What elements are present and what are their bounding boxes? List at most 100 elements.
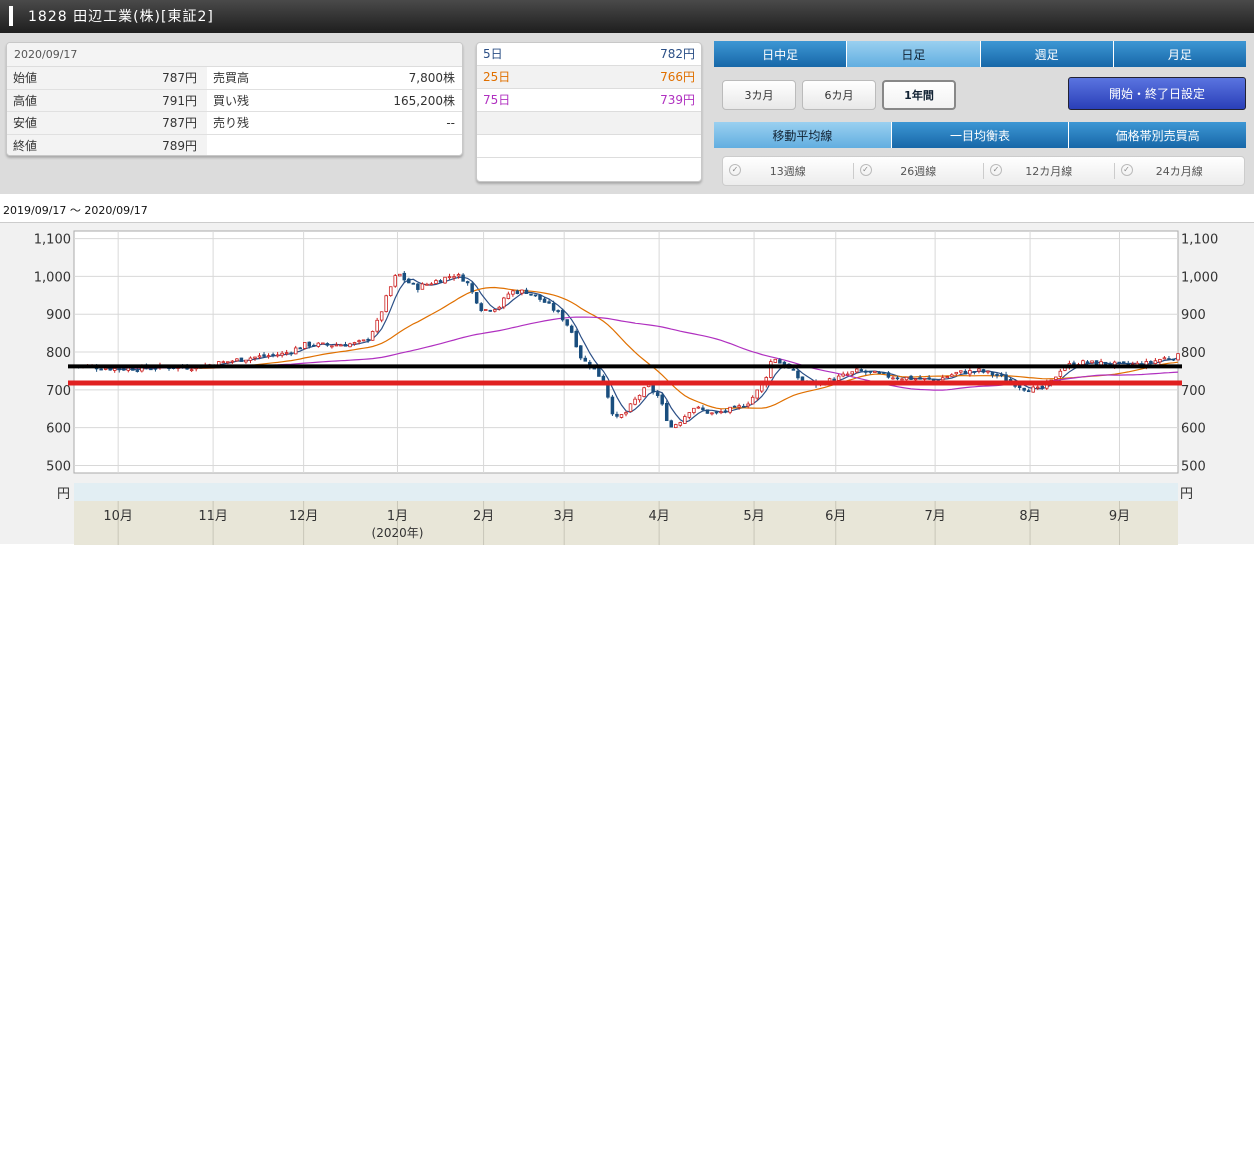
month-label: 4月 (648, 509, 669, 524)
candle-body (474, 292, 479, 304)
ma-checkbox[interactable]: ✓ 13週線 (723, 163, 854, 179)
tab-chart-type[interactable]: 日中足 (714, 41, 848, 67)
unit-strip (74, 483, 1178, 501)
candle-body (407, 278, 411, 284)
candle-body (330, 345, 334, 348)
volume-label: 買い残 (213, 93, 250, 108)
tab-indicator[interactable]: 移動平均線 (714, 122, 892, 148)
candle-body (388, 286, 393, 296)
candle-body (325, 343, 330, 346)
candle-body (868, 370, 873, 373)
volume-label: 売り残 (213, 116, 250, 130)
ma-value: 739円 (660, 93, 695, 107)
candle-body (493, 309, 497, 312)
candle-body (411, 282, 416, 285)
candle-body (660, 394, 664, 405)
candle-body (904, 376, 909, 381)
date-range-button[interactable]: 開始・終了日設定 (1068, 77, 1246, 110)
tab-chart-type[interactable]: 月足 (1113, 41, 1246, 67)
y-tick-label-right: 1,000 (1181, 270, 1218, 285)
candle-body (927, 377, 931, 380)
tab-chart-type[interactable]: 週足 (980, 41, 1114, 67)
candle-body (420, 283, 425, 290)
price-value: 789円 (162, 138, 197, 153)
candle-body (900, 378, 904, 381)
candle-body (560, 309, 565, 321)
candle-body (235, 358, 239, 362)
price-value: 787円 (162, 116, 197, 130)
candle-body (361, 339, 366, 342)
candle-body (995, 373, 999, 376)
tab-chart-type[interactable]: 日足 (847, 41, 981, 67)
y-tick-label-right: 600 (1181, 422, 1206, 437)
candle-body (750, 396, 755, 405)
candle-body (312, 344, 316, 347)
tab-indicator[interactable]: 一目均衡表 (891, 122, 1070, 148)
title-bar: 1828 田辺工業(株)[東証2] (0, 0, 1254, 33)
candle-body (226, 361, 230, 364)
candle-body (891, 377, 895, 380)
period-button[interactable]: 6カ月 (802, 80, 876, 110)
candle-body (918, 377, 922, 380)
ma-checkbox[interactable]: ✓ 26週線 (854, 163, 984, 179)
candle-body (379, 311, 384, 321)
month-label: 6月 (825, 509, 846, 524)
candle-body (275, 354, 280, 357)
check-icon: ✓ (729, 164, 741, 176)
candle-body (316, 342, 321, 347)
candle-body (674, 424, 678, 429)
candle-body (1022, 387, 1026, 391)
y-tick-label-left: 700 (46, 384, 71, 399)
y-tick-label-left: 1,000 (34, 270, 71, 285)
candle-body (701, 407, 705, 411)
ma-checkbox[interactable]: ✓ 24カ月線 (1115, 163, 1245, 179)
price-date: 2020/09/17 (7, 43, 462, 67)
candle-body (1167, 358, 1171, 360)
ma-checkbox[interactable]: ✓ 12カ月線 (984, 163, 1115, 179)
candle-body (945, 376, 949, 379)
ma-label: 75日 (483, 93, 511, 107)
candle-body (456, 274, 461, 277)
month-label: 8月 (1019, 509, 1040, 524)
candle-body (669, 420, 673, 428)
candle-body (289, 352, 293, 355)
ma-row: 75日 739円 (477, 89, 701, 112)
tab-indicator[interactable]: 価格帯別売買高 (1069, 122, 1247, 148)
candle-body (1176, 353, 1180, 361)
candle-body (393, 275, 397, 287)
candle-body (1081, 360, 1085, 365)
candle-body (452, 276, 456, 279)
price-value: 787円 (162, 71, 197, 85)
candle-body (429, 283, 434, 286)
period-button[interactable]: 1年間 (882, 80, 956, 110)
candle-body (1026, 390, 1031, 393)
candle-body (637, 394, 642, 401)
candle-body (1117, 361, 1121, 364)
candle-body (1149, 360, 1153, 364)
month-label: 7月 (924, 509, 945, 524)
candle-body (1058, 370, 1063, 377)
y-tick-label-right: 700 (1181, 384, 1206, 399)
candle-body (986, 370, 990, 373)
period-button[interactable]: 3カ月 (722, 80, 796, 110)
candle-body (515, 290, 520, 294)
y-tick-label-right: 500 (1181, 459, 1206, 474)
ma-row: 25日 766円 (477, 66, 701, 89)
candle-body (339, 344, 343, 347)
volume-value: 165,200株 (393, 93, 455, 108)
candle-body (266, 355, 271, 358)
candle-body (348, 343, 352, 348)
candle-body (678, 422, 683, 426)
check-icon: ✓ (1120, 164, 1133, 176)
candle-body (836, 375, 841, 381)
y-tick-label-left: 500 (46, 459, 71, 474)
candle-body (479, 303, 483, 311)
candle-body (257, 355, 262, 358)
month-label: 12月 (289, 509, 319, 524)
candle-body (529, 293, 533, 296)
candle-body (307, 341, 312, 347)
stock-title: 1828 田辺工業(株)[東証2] (28, 9, 214, 25)
candle-body (1017, 384, 1022, 389)
y-tick-label-left: 900 (46, 308, 71, 323)
candle-body (569, 325, 574, 333)
